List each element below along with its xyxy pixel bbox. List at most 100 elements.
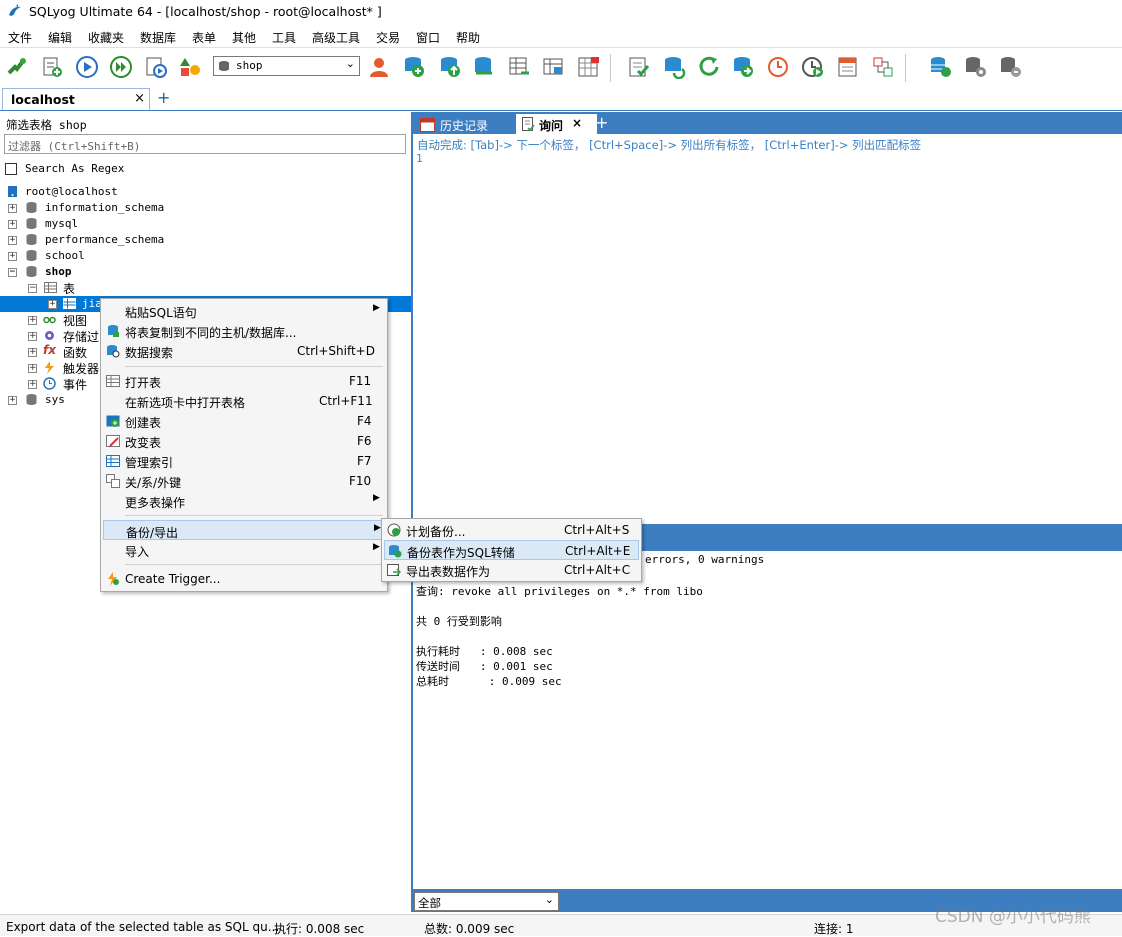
schema-designer-icon[interactable]: [871, 55, 895, 79]
object-filter-input[interactable]: 过滤器 (Ctrl+Shift+B): [4, 134, 406, 154]
menu-window[interactable]: 窗口: [416, 29, 440, 46]
execute-edit-icon[interactable]: [144, 55, 168, 79]
function-icon: fx: [43, 343, 56, 357]
execute-all-icon[interactable]: [109, 55, 133, 79]
autocomplete-hint: 自动完成: [Tab]-> 下一个标签， [Ctrl+Space]-> 列出所有…: [417, 138, 922, 152]
messages-panel: [413, 551, 1122, 889]
menu-item-open-table[interactable]: 打开表 F11: [103, 371, 385, 391]
execute-query-icon[interactable]: [75, 55, 99, 79]
menu-item-create-trigger[interactable]: Create Trigger...: [103, 569, 385, 589]
table-diagnostics-icon[interactable]: [577, 55, 601, 79]
collapse-icon[interactable]: −: [28, 284, 37, 293]
shapes-icon[interactable]: [178, 55, 202, 79]
expand-icon[interactable]: +: [8, 236, 17, 245]
add-tab-icon[interactable]: +: [595, 113, 608, 132]
database-settings-icon[interactable]: [963, 55, 987, 79]
expand-icon[interactable]: +: [8, 204, 17, 213]
database-sync-icon[interactable]: [662, 55, 686, 79]
menu-item-backup-sql-dump[interactable]: 备份表作为SQL转储 Ctrl+Alt+E: [384, 540, 639, 560]
menu-item-shortcut: Ctrl+Shift+D: [297, 344, 375, 358]
expand-icon[interactable]: +: [8, 252, 17, 261]
job-agent-icon[interactable]: [801, 55, 825, 79]
editor-tab-strip: 历史记录 询问 × +: [413, 112, 1122, 134]
menu-item-shortcut: F6: [357, 434, 372, 448]
menu-item-copy-table[interactable]: 将表复制到不同的主机/数据库...: [103, 321, 385, 341]
menu-item-backup-export[interactable]: 备份/导出 ▶: [103, 520, 385, 540]
status-total-time: 总数: 0.009 sec: [424, 922, 515, 936]
close-icon[interactable]: ×: [134, 91, 145, 106]
table-context-menu: 粘贴SQL语句 ▶ 将表复制到不同的主机/数据库... 数据搜索 Ctrl+Sh…: [100, 298, 388, 592]
database-tools-icon[interactable]: [998, 55, 1022, 79]
menu-item-export-table-data[interactable]: 导出表数据作为 Ctrl+Alt+C: [384, 560, 639, 580]
add-connection-tab-icon[interactable]: +: [157, 88, 170, 107]
result-total-time-line: 总耗时 : 0.009 sec: [416, 675, 562, 688]
expand-icon[interactable]: +: [8, 396, 17, 405]
query-editor[interactable]: [413, 134, 1122, 524]
menu-item-relationships[interactable]: 关/系/外键 F10: [103, 471, 385, 491]
database-stack-icon[interactable]: [928, 55, 952, 79]
menu-tools[interactable]: 工具: [272, 29, 296, 46]
expand-icon[interactable]: +: [48, 300, 57, 309]
connection-tab-localhost[interactable]: localhost ×: [2, 88, 150, 110]
menu-favorites[interactable]: 收藏夹: [88, 29, 124, 46]
tree-folder-label: 表: [63, 282, 76, 296]
expand-icon[interactable]: +: [28, 332, 37, 341]
menu-database[interactable]: 数据库: [140, 29, 176, 46]
import-table-icon[interactable]: [507, 55, 531, 79]
menu-file[interactable]: 文件: [8, 29, 32, 46]
user-manager-icon[interactable]: [367, 55, 391, 79]
expand-icon[interactable]: +: [8, 220, 17, 229]
new-query-icon[interactable]: [40, 55, 64, 79]
submenu-arrow-icon: ▶: [373, 493, 380, 503]
scheduler-clock-icon[interactable]: [766, 55, 790, 79]
schema-sync-icon[interactable]: [542, 55, 566, 79]
database-icon: [26, 234, 37, 245]
status-message: Export data of the selected table as SQL…: [6, 920, 280, 934]
menu-item-create-table[interactable]: 创建表 F4: [103, 411, 385, 431]
expand-icon[interactable]: +: [28, 348, 37, 357]
menu-transaction[interactable]: 交易: [376, 29, 400, 46]
tab-history[interactable]: 历史记录: [416, 114, 512, 134]
expand-icon[interactable]: +: [28, 316, 37, 325]
menu-item-label: 管理索引: [125, 456, 174, 470]
tree-item-label: information_schema: [45, 201, 165, 214]
menu-edit[interactable]: 编辑: [48, 29, 72, 46]
copy-database-icon[interactable]: [472, 55, 496, 79]
menu-item-shortcut: F10: [349, 474, 372, 488]
create-table-icon: [106, 415, 120, 427]
search-as-regex-checkbox[interactable]: [5, 163, 17, 175]
notifications-icon[interactable]: [836, 55, 860, 79]
glasses-icon: [43, 316, 56, 324]
expand-icon[interactable]: +: [28, 364, 37, 373]
tab-query[interactable]: 询问 ×: [516, 114, 597, 134]
menu-item-import[interactable]: 导入 ▶: [103, 540, 385, 560]
menu-item-more-table-ops[interactable]: 更多表操作 ▶: [103, 491, 385, 511]
menu-advanced-tools[interactable]: 高级工具: [312, 29, 360, 46]
toolbar: shop ⌄: [0, 47, 1122, 86]
restore-database-icon[interactable]: [438, 55, 462, 79]
result-filter-select[interactable]: 全部 ⌄: [414, 892, 559, 911]
menu-table[interactable]: 表单: [192, 29, 216, 46]
menu-bar: 文件 编辑 收藏夹 数据库 表单 其他 工具 高级工具 交易 窗口 帮助: [0, 26, 1122, 46]
refresh-icon[interactable]: [697, 55, 721, 79]
menu-item-schedule-backup[interactable]: 计划备份... Ctrl+Alt+S: [384, 520, 639, 540]
menu-item-paste-sql[interactable]: 粘贴SQL语句 ▶: [103, 301, 385, 321]
backup-database-icon[interactable]: [402, 55, 426, 79]
menu-item-alter-table[interactable]: 改变表 F6: [103, 431, 385, 451]
menu-help[interactable]: 帮助: [456, 29, 480, 46]
menu-item-data-search[interactable]: 数据搜索 Ctrl+Shift+D: [103, 341, 385, 361]
query-builder-icon[interactable]: [627, 55, 651, 79]
copy-table-icon: [108, 325, 119, 337]
expand-icon[interactable]: +: [28, 380, 37, 389]
database-select[interactable]: shop ⌄: [213, 56, 360, 76]
menu-item-label: 导入: [125, 545, 150, 559]
menu-item-manage-indexes[interactable]: 管理索引 F7: [103, 451, 385, 471]
data-sync-icon[interactable]: [731, 55, 755, 79]
dolphin-app-icon: [9, 4, 21, 16]
menu-other[interactable]: 其他: [232, 29, 256, 46]
close-icon[interactable]: ×: [572, 116, 582, 130]
collapse-icon[interactable]: −: [8, 268, 17, 277]
menu-item-label: 关/系/外键: [125, 476, 182, 490]
new-connection-icon[interactable]: [5, 55, 29, 79]
menu-item-open-table-new-tab[interactable]: 在新选项卡中打开表格 Ctrl+F11: [103, 391, 385, 411]
